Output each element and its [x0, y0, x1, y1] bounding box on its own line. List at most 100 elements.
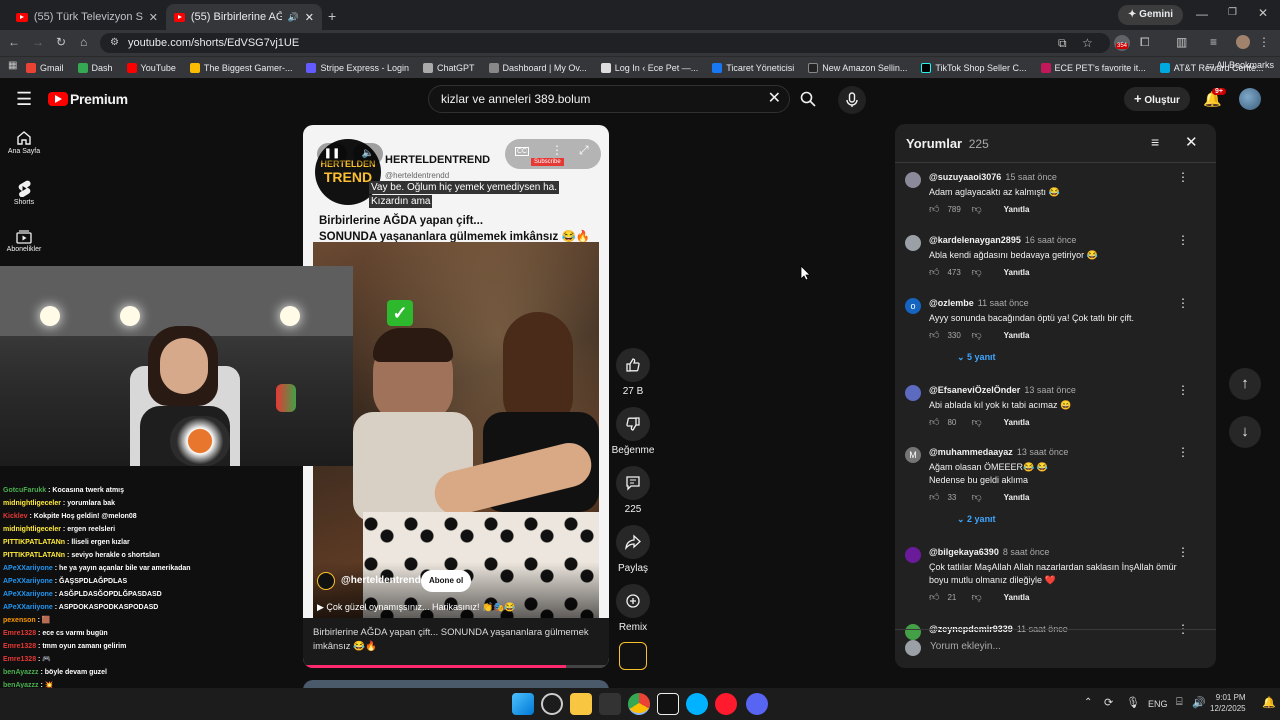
previous-short-button[interactable]: ↑: [1229, 368, 1261, 400]
comment-preview[interactable]: ▶ Çok güzel oynamışsınız... Harikasınız!…: [317, 602, 516, 613]
bookmark-star-icon[interactable]: ☆: [1082, 33, 1093, 53]
chat-username[interactable]: GotcuFarukk: [3, 487, 46, 494]
chat-username[interactable]: APeXXariiyone: [3, 591, 53, 598]
comment-dislike-icon[interactable]: 👎︎: [971, 491, 981, 503]
nav-subscriptions[interactable]: Abonelikler: [0, 230, 48, 253]
address-bar[interactable]: ⚙ youtube.com/shorts/EdVSG7vj1UE ⧉ ☆: [100, 33, 1110, 53]
voice-search-button[interactable]: [838, 86, 866, 114]
clock[interactable]: 9:01 PM 12/2/2025: [1210, 692, 1246, 714]
file-explorer-icon[interactable]: [570, 693, 592, 715]
bookmark-ticaret[interactable]: Ticaret Yöneticisi: [712, 62, 794, 73]
copilot-icon[interactable]: [541, 693, 563, 715]
fullscreen-icon[interactable]: ⤢: [579, 143, 589, 158]
nav-shorts[interactable]: Shorts: [0, 180, 48, 206]
comment-dislike-icon[interactable]: 👎︎: [971, 591, 981, 603]
account-avatar[interactable]: [1239, 88, 1261, 110]
grammarly-icon[interactable]: [686, 693, 708, 715]
bookmark-chatgpt[interactable]: ChatGPT: [423, 62, 475, 73]
comment-input[interactable]: Yorum ekleyin...: [930, 641, 1001, 652]
chat-username[interactable]: PITTIKPATLATANn: [3, 552, 65, 559]
chat-username[interactable]: APeXXariiyone: [3, 604, 53, 611]
chat-username[interactable]: Emre1328: [3, 656, 36, 663]
close-tab-icon[interactable]: ✕: [149, 11, 158, 24]
bookmark-dash[interactable]: Dash: [77, 62, 113, 73]
comment-more-icon[interactable]: ⋮: [1177, 545, 1189, 559]
chat-username[interactable]: APeXXariiyone: [3, 578, 53, 585]
comment-author[interactable]: @ozlembe 11 saat önce: [929, 298, 1029, 308]
mic-tray-icon[interactable]: 🎙: [1126, 696, 1140, 709]
reload-icon[interactable]: ↻: [56, 35, 66, 49]
commenter-avatar[interactable]: [905, 547, 921, 563]
commenter-avatar[interactable]: [905, 624, 921, 640]
bookmark-gamer[interactable]: The Biggest Gamer-...: [189, 62, 292, 73]
comment-more-icon[interactable]: ⋮: [1177, 170, 1189, 184]
comment-reply-button[interactable]: Yanıtla: [1004, 331, 1030, 340]
create-button[interactable]: + Oluştur: [1124, 87, 1190, 111]
comment-dislike-icon[interactable]: 👎︎: [971, 416, 981, 428]
extensions-icon[interactable]: ⧠: [1140, 35, 1150, 50]
browser-menu-icon[interactable]: ⋮: [1258, 35, 1270, 49]
comment-reply-button[interactable]: Yanıtla: [1004, 268, 1030, 277]
home-browser-icon[interactable]: ⌂: [80, 35, 87, 49]
extension-avatar-icon[interactable]: 354: [1114, 35, 1130, 51]
subscribe-mini[interactable]: Subscribe: [531, 158, 564, 166]
network-icon[interactable]: ⌸: [1176, 696, 1183, 709]
comment-author[interactable]: @EfsaneviÖzelÖnder 13 saat önce: [929, 385, 1076, 395]
discord-icon[interactable]: [746, 693, 768, 715]
short-video-frame[interactable]: ✓ @herteldentrendd Abone ol ▶ Çok güzel …: [313, 242, 599, 618]
remix-button[interactable]: Remix: [616, 584, 650, 633]
chat-username[interactable]: Emre1328: [3, 630, 36, 637]
comment-like-icon[interactable]: 👍︎: [929, 329, 939, 341]
sort-icon[interactable]: ≡: [1151, 134, 1159, 150]
comment-like-icon[interactable]: 👍︎: [929, 491, 939, 503]
comment-more-icon[interactable]: ⋮: [1177, 233, 1189, 247]
bookmark-amazon[interactable]: New Amazon Sellin...: [808, 62, 907, 73]
like-button[interactable]: 27 B: [616, 348, 650, 397]
commenter-avatar[interactable]: [905, 385, 921, 401]
chrome-icon[interactable]: [628, 693, 650, 715]
chat-username[interactable]: APeXXariiyone: [3, 565, 53, 572]
new-tab-icon[interactable]: +: [328, 8, 336, 24]
view-replies-button[interactable]: ⌄ 2 yanıt: [957, 514, 996, 525]
more-options-icon[interactable]: ⋮: [551, 143, 563, 157]
start-button-icon[interactable]: [512, 693, 534, 715]
language-indicator[interactable]: ENG: [1148, 699, 1168, 709]
all-bookmarks[interactable]: ▭ All Bookmarks: [1206, 60, 1274, 71]
comment-like-icon[interactable]: 👍︎: [929, 266, 939, 278]
mute-tab-icon[interactable]: 🔊: [288, 12, 299, 23]
chat-username[interactable]: benAyazzz: [3, 669, 39, 676]
chat-username[interactable]: Emre1328: [3, 643, 36, 650]
comment-like-icon[interactable]: 👍︎: [929, 416, 939, 428]
minimize-icon[interactable]: —: [1196, 7, 1208, 21]
app-icon[interactable]: [599, 693, 621, 715]
close-comments-icon[interactable]: ✕: [1185, 133, 1198, 151]
channel-name[interactable]: HERTELDENTREND: [385, 154, 490, 166]
browser-tab-1[interactable]: (55) Türk Televizyon Sağmalıklar ✕: [8, 4, 166, 30]
comment-dislike-icon[interactable]: 👎︎: [971, 203, 981, 215]
browser-tab-2-active[interactable]: (55) Birbirlerine AĞDA yapan 🔊 ✕: [166, 4, 322, 30]
bookmark-stripe[interactable]: Stripe Express - Login: [306, 62, 409, 73]
comment-author[interactable]: @bilgekaya6390 8 saat önce: [929, 547, 1049, 557]
share-button[interactable]: Paylaş: [616, 525, 650, 574]
chat-username[interactable]: PITTIKPATLATANn: [3, 539, 65, 546]
bookmark-ecepet-favorite[interactable]: ECE PET's favorite it...: [1040, 62, 1146, 73]
clear-search-icon[interactable]: ✕: [768, 86, 781, 112]
install-app-icon[interactable]: ⧉: [1058, 33, 1067, 53]
comment-author[interactable]: @muhammedaayaz 13 saat önce: [929, 447, 1068, 457]
pause-icon[interactable]: ❚❚: [317, 143, 347, 165]
comment-more-icon[interactable]: ⋮: [1177, 383, 1189, 397]
close-tab-icon[interactable]: ✕: [305, 11, 314, 24]
close-window-icon[interactable]: ✕: [1258, 6, 1268, 20]
comment-author[interactable]: @kardelenaygan2895 16 saat önce: [929, 235, 1076, 245]
volume-icon[interactable]: 🔈: [353, 143, 383, 165]
back-icon[interactable]: ←: [8, 35, 20, 49]
comments-button[interactable]: 225: [616, 466, 650, 515]
bookmark-ecepet-login[interactable]: Log In ‹ Ece Pet —...: [600, 62, 698, 73]
bookmark-gmail[interactable]: Gmail: [26, 62, 64, 73]
comment-dislike-icon[interactable]: 👎︎: [971, 266, 981, 278]
comment-dislike-icon[interactable]: 👎︎: [971, 329, 981, 341]
profile-avatar[interactable]: [1236, 35, 1250, 49]
bookmark-youtube[interactable]: YouTube: [126, 62, 176, 73]
comment-like-icon[interactable]: 👍︎: [929, 591, 939, 603]
comment-reply-button[interactable]: Yanıtla: [1004, 418, 1030, 427]
